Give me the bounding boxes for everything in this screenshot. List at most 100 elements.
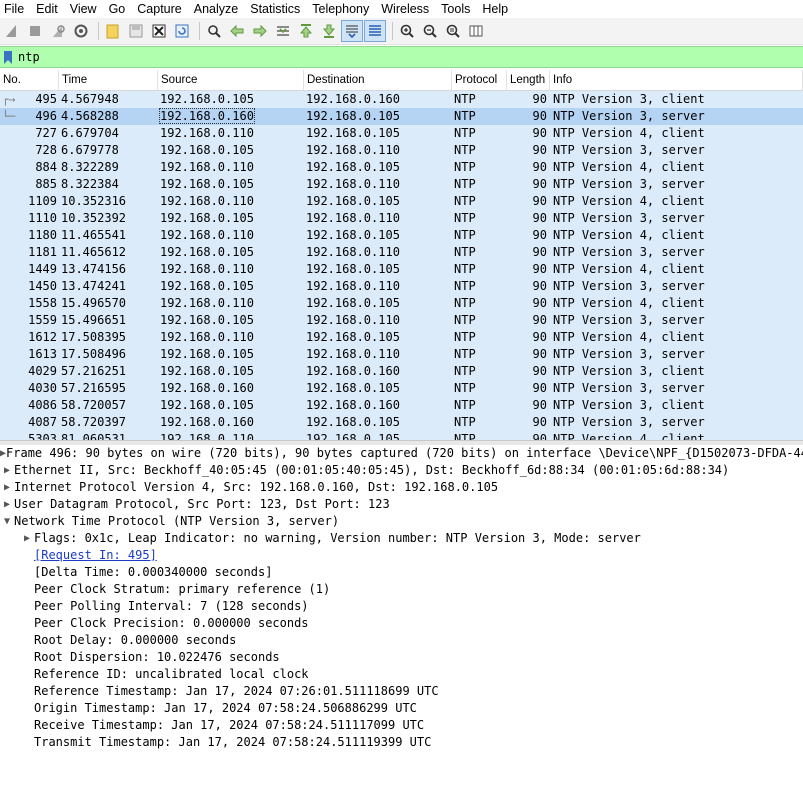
open-folder-icon[interactable] bbox=[103, 21, 123, 41]
table-row[interactable]: 884 8.322289 192.168.0.110 192.168.0.105 NTP… bbox=[0, 159, 803, 176]
cell-destination: 192.168.0.105 bbox=[304, 227, 452, 244]
column-header-protocol[interactable]: Protocol bbox=[452, 70, 507, 90]
table-row[interactable]: 4086 58.720057 192.168.0.105 192.168.0.160 N… bbox=[0, 397, 803, 414]
table-row[interactable]: 1613 17.508496 192.168.0.105 192.168.0.110 N… bbox=[0, 346, 803, 363]
tree-item-ntp[interactable]: ▼ Network Time Protocol (NTP Version 3, s… bbox=[0, 513, 803, 530]
cell-destination-text: 192.168.0.105 bbox=[306, 296, 400, 310]
table-row[interactable]: 728 6.679778 192.168.0.105 192.168.0.110 NTP… bbox=[0, 142, 803, 159]
expand-arrow-icon[interactable]: ▶ bbox=[20, 530, 34, 547]
tree-item-ntp-field[interactable]: Peer Clock Stratum: primary reference (1… bbox=[0, 581, 803, 598]
column-header-length[interactable]: Length bbox=[507, 70, 550, 90]
save-file-icon[interactable] bbox=[126, 21, 146, 41]
cell-source: 192.168.0.105 bbox=[158, 346, 304, 363]
cell-no: 727 bbox=[0, 125, 59, 142]
go-last-icon[interactable] bbox=[319, 21, 339, 41]
menu-go[interactable]: Go bbox=[105, 0, 126, 18]
tree-item-ntp-field[interactable]: Root Dispersion: 10.022476 seconds bbox=[0, 649, 803, 666]
shark-fin-start-icon[interactable] bbox=[2, 21, 22, 41]
go-forward-arrow-icon[interactable] bbox=[250, 21, 270, 41]
menu-telephony[interactable]: Telephony bbox=[308, 0, 369, 18]
tree-item-frame[interactable]: ▶ Frame 496: 90 bytes on wire (720 bits),… bbox=[0, 445, 803, 462]
tree-item-ntp-field[interactable]: Reference ID: uncalibrated local clock bbox=[0, 666, 803, 683]
table-row[interactable]: 1180 11.465541 192.168.0.110 192.168.0.105 N… bbox=[0, 227, 803, 244]
menu-capture[interactable]: Capture bbox=[133, 0, 181, 18]
menu-file[interactable]: File bbox=[0, 0, 24, 18]
menu-view[interactable]: View bbox=[66, 0, 97, 18]
cell-protocol-text: NTP bbox=[454, 143, 476, 157]
collapse-arrow-icon[interactable]: ▼ bbox=[0, 513, 14, 530]
options-gear-icon[interactable] bbox=[71, 21, 91, 41]
zoom-out-icon[interactable] bbox=[420, 21, 440, 41]
table-row[interactable]: 4030 57.216595 192.168.0.160 192.168.0.105 N… bbox=[0, 380, 803, 397]
table-row[interactable]: 4087 58.720397 192.168.0.160 192.168.0.105 N… bbox=[0, 414, 803, 431]
table-row[interactable]: 1110 10.352392 192.168.0.105 192.168.0.110 N… bbox=[0, 210, 803, 227]
column-header-destination[interactable]: Destination bbox=[304, 70, 452, 90]
resize-columns-icon[interactable] bbox=[466, 21, 486, 41]
zoom-normal-icon[interactable] bbox=[443, 21, 463, 41]
tree-item-ntp-field[interactable]: Peer Polling Interval: 7 (128 seconds) bbox=[0, 598, 803, 615]
go-first-icon[interactable] bbox=[296, 21, 316, 41]
close-file-icon[interactable] bbox=[149, 21, 169, 41]
table-row[interactable]: 727 6.679704 192.168.0.110 192.168.0.105 NTP… bbox=[0, 125, 803, 142]
table-row[interactable]: 4029 57.216251 192.168.0.105 192.168.0.160 N… bbox=[0, 363, 803, 380]
tree-item-ntp-field[interactable]: Peer Clock Precision: 0.000000 seconds bbox=[0, 615, 803, 632]
cell-length-text: 90 bbox=[532, 279, 547, 293]
cell-info-text: NTP Version 4, client bbox=[553, 160, 705, 174]
table-row[interactable]: 1450 13.474241 192.168.0.105 192.168.0.110 N… bbox=[0, 278, 803, 295]
tree-item-udp[interactable]: ▶ User Datagram Protocol, Src Port: 123, … bbox=[0, 496, 803, 513]
cell-time: 57.216251 bbox=[59, 363, 158, 380]
column-header-no[interactable]: No. bbox=[0, 70, 59, 90]
menu-statistics[interactable]: Statistics bbox=[246, 0, 300, 18]
tree-label-ntp-field: Peer Polling Interval: 7 (128 seconds) bbox=[34, 599, 309, 613]
table-row[interactable]: └─ 496 4.568288 192.168.0.160 192.168.0.105 N… bbox=[0, 108, 803, 125]
cell-source: 192.168.0.110 bbox=[158, 261, 304, 278]
table-row[interactable]: 1449 13.474156 192.168.0.110 192.168.0.105 N… bbox=[0, 261, 803, 278]
tree-item-ntp-field[interactable]: [Delta Time: 0.000340000 seconds] bbox=[0, 564, 803, 581]
table-row[interactable]: 5303 81.060531 192.168.0.110 192.168.0.105 N… bbox=[0, 431, 803, 440]
request-in-link[interactable]: [Request In: 495] bbox=[34, 547, 157, 564]
go-to-packet-icon[interactable] bbox=[273, 21, 293, 41]
tree-item-ip[interactable]: ▶ Internet Protocol Version 4, Src: 192.1… bbox=[0, 479, 803, 496]
cell-destination-text: 192.168.0.105 bbox=[306, 415, 400, 429]
menu-edit[interactable]: Edit bbox=[32, 0, 58, 18]
bookmark-icon[interactable] bbox=[2, 49, 14, 65]
stop-square-icon[interactable] bbox=[25, 21, 45, 41]
table-row[interactable]: 1559 15.496651 192.168.0.105 192.168.0.110 N… bbox=[0, 312, 803, 329]
table-row[interactable]: 1109 10.352316 192.168.0.110 192.168.0.105 N… bbox=[0, 193, 803, 210]
cell-protocol: NTP bbox=[452, 244, 507, 261]
menu-analyze[interactable]: Analyze bbox=[190, 0, 238, 18]
menu-help[interactable]: Help bbox=[478, 0, 508, 18]
cell-length: 90 bbox=[507, 108, 550, 125]
expand-arrow-icon[interactable]: ▶ bbox=[0, 462, 14, 479]
expand-arrow-icon[interactable]: ▶ bbox=[0, 479, 14, 496]
tree-item-ntp-field[interactable]: Receive Timestamp: Jan 17, 2024 07:58:24… bbox=[0, 717, 803, 734]
cell-length-text: 90 bbox=[532, 432, 547, 440]
expand-arrow-icon[interactable]: ▶ bbox=[0, 496, 14, 513]
tree-item-ntp-flags[interactable]: ▶ Flags: 0x1c, Leap Indicator: no warning… bbox=[0, 530, 803, 547]
menu-wireless[interactable]: Wireless bbox=[377, 0, 429, 18]
table-row[interactable]: 885 8.322384 192.168.0.105 192.168.0.110 NTP… bbox=[0, 176, 803, 193]
find-magnifier-icon[interactable] bbox=[204, 21, 224, 41]
zoom-in-icon[interactable] bbox=[397, 21, 417, 41]
table-row[interactable]: 1181 11.465612 192.168.0.105 192.168.0.110 N… bbox=[0, 244, 803, 261]
colorize-icon[interactable] bbox=[364, 20, 386, 42]
table-row[interactable]: 1558 15.496570 192.168.0.110 192.168.0.105 N… bbox=[0, 295, 803, 312]
column-header-time[interactable]: Time bbox=[59, 70, 158, 90]
menu-tools[interactable]: Tools bbox=[437, 0, 470, 18]
column-header-source[interactable]: Source bbox=[158, 70, 304, 90]
tree-item-ethernet[interactable]: ▶ Ethernet II, Src: Beckhoff_40:05:45 (00… bbox=[0, 462, 803, 479]
table-row[interactable]: ┌→ 495 4.567948 192.168.0.105 192.168.0.160 N… bbox=[0, 91, 803, 108]
tree-item-ntp-field[interactable]: Reference Timestamp: Jan 17, 2024 07:26:… bbox=[0, 683, 803, 700]
reload-icon[interactable] bbox=[172, 21, 192, 41]
tree-item-ntp-field[interactable]: Transmit Timestamp: Jan 17, 2024 07:58:2… bbox=[0, 734, 803, 751]
table-row[interactable]: 1612 17.508395 192.168.0.110 192.168.0.105 N… bbox=[0, 329, 803, 346]
go-back-arrow-icon[interactable] bbox=[227, 21, 247, 41]
tree-item-ntp-field[interactable]: Origin Timestamp: Jan 17, 2024 07:58:24.… bbox=[0, 700, 803, 717]
restart-fin-icon[interactable] bbox=[48, 21, 68, 41]
tree-item-request-in[interactable]: [Request In: 495] bbox=[0, 547, 803, 564]
autoscroll-icon[interactable] bbox=[341, 20, 363, 42]
column-header-info[interactable]: Info bbox=[550, 70, 803, 90]
display-filter-input[interactable] bbox=[14, 49, 720, 65]
cell-destination: 192.168.0.160 bbox=[304, 91, 452, 108]
tree-item-ntp-field[interactable]: Root Delay: 0.000000 seconds bbox=[0, 632, 803, 649]
